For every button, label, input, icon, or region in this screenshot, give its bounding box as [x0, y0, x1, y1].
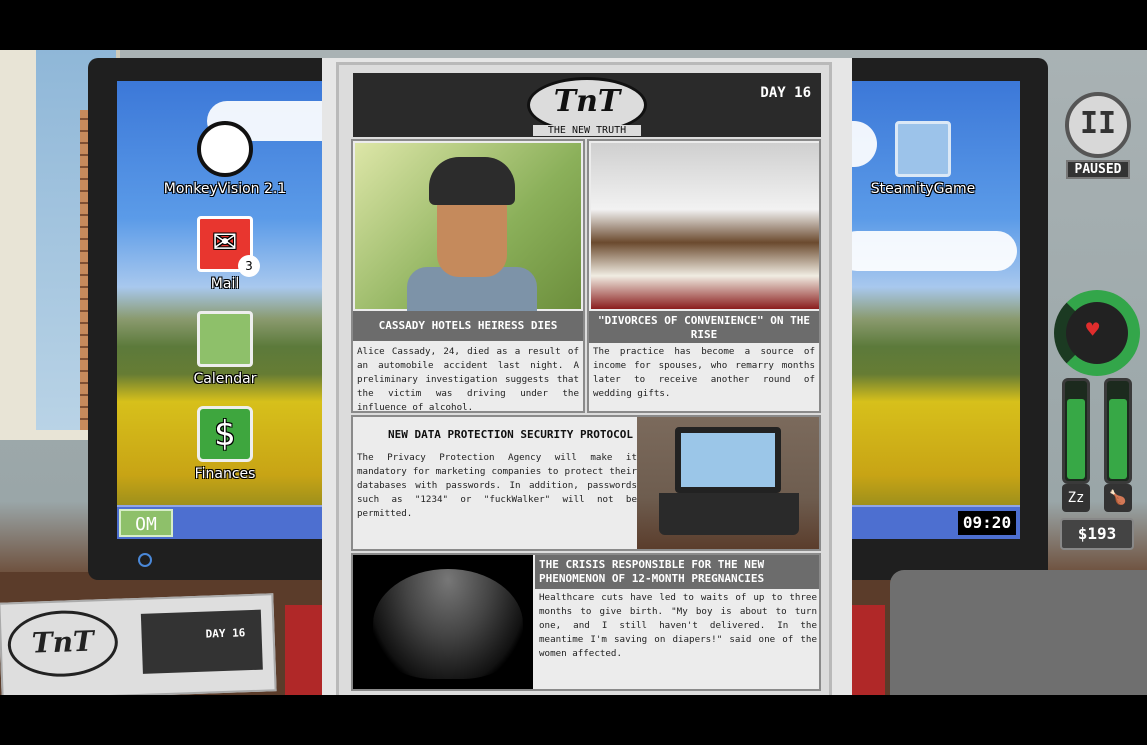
article-divorces[interactable]: "DIVORCES OF CONVENIENCE" ON THE RISE Th…	[587, 139, 821, 413]
drumstick-icon: 🍗	[1104, 484, 1132, 512]
article-headline: THE CRISIS RESPONSIBLE FOR THE NEW PHENO…	[535, 555, 819, 589]
sleep-bar-fill	[1067, 399, 1085, 479]
article-data-protection[interactable]: NEW DATA PROTECTION SECURITY PROTOCOL Th…	[351, 415, 821, 551]
article-heiress[interactable]: CASSADY HOTELS HEIRESS DIES Alice Cassad…	[351, 139, 585, 413]
sleep-icon: Zz	[1062, 484, 1090, 512]
article-body: Alice Cassady, 24, died as a result of a…	[357, 346, 579, 413]
desk-newspaper-day: DAY 16	[140, 609, 263, 674]
desktop-icon-label: SteamityGame	[870, 181, 976, 197]
money-counter: $193	[1060, 518, 1134, 550]
desktop-icon-label: Calendar	[193, 371, 257, 387]
desk-phone	[890, 570, 1147, 695]
paused-label: PAUSED	[1066, 160, 1130, 179]
portrait-image	[355, 143, 581, 311]
article-body: The Privacy Protection Agency will make …	[357, 452, 637, 519]
food-bar-fill	[1109, 399, 1127, 479]
article-body: Healthcare cuts have led to waits of up …	[539, 592, 817, 659]
newspaper-subtitle: THE NEW TRUTH	[533, 125, 641, 136]
dollar-icon: $	[197, 406, 253, 462]
grid-game-icon	[895, 121, 951, 177]
desk-newspaper-logo: TnT	[6, 608, 119, 679]
desktop-icon-label: Mail	[210, 276, 240, 292]
game-scene: MonkeyVision 2.1 ✉ 3 Mail Calendar $ Fin…	[0, 50, 1147, 695]
desktop-icon-mail[interactable]: ✉ 3 Mail	[155, 216, 295, 292]
article-headline: NEW DATA PROTECTION SECURITY PROTOCOL	[387, 428, 633, 441]
desktop-icon-steamitygame[interactable]: SteamityGame	[853, 121, 993, 197]
heart-icon: ♥	[1086, 318, 1100, 343]
taskbar-clock: 09:20	[958, 511, 1016, 535]
desktop-icon-monkeyvision[interactable]: MonkeyVision 2.1	[155, 121, 295, 197]
article-headline: CASSADY HOTELS HEIRESS DIES	[353, 311, 583, 341]
article-pregnancies[interactable]: THE CRISIS RESPONSIBLE FOR THE NEW PHENO…	[351, 553, 821, 691]
newspaper-masthead: TnT THE NEW TRUTH DAY 16	[353, 73, 821, 137]
food-bar	[1104, 378, 1132, 484]
article-body: The practice has become a source of inco…	[593, 346, 815, 399]
desktop-icon-finances[interactable]: $ Finances	[155, 406, 295, 482]
article-headline: "DIVORCES OF CONVENIENCE" ON THE RISE	[589, 311, 819, 343]
desktop-icon-calendar[interactable]: Calendar	[155, 311, 295, 387]
calendar-icon	[197, 311, 253, 367]
pause-button[interactable]: II	[1065, 92, 1131, 158]
envelope-icon: ✉ 3	[197, 216, 260, 277]
gear-icon	[675, 427, 781, 493]
power-button-icon[interactable]	[138, 553, 152, 567]
desk-newspaper[interactable]: TnT DAY 16	[0, 593, 277, 695]
ultrasound-image	[353, 555, 533, 689]
newspaper: TnT THE NEW TRUTH DAY 16 CASSADY HOTELS …	[336, 62, 832, 695]
desktop-icon-label: MonkeyVision 2.1	[163, 181, 287, 197]
laptop-image	[637, 417, 819, 549]
start-button[interactable]: OM	[119, 509, 173, 537]
sleep-bar	[1062, 378, 1090, 484]
mail-unread-badge: 3	[238, 255, 260, 277]
monkey-eye-icon	[197, 121, 253, 177]
wedding-cake-image	[591, 143, 819, 309]
newspaper-day: DAY 16	[760, 85, 811, 101]
desktop-icon-label: Finances	[194, 466, 256, 482]
